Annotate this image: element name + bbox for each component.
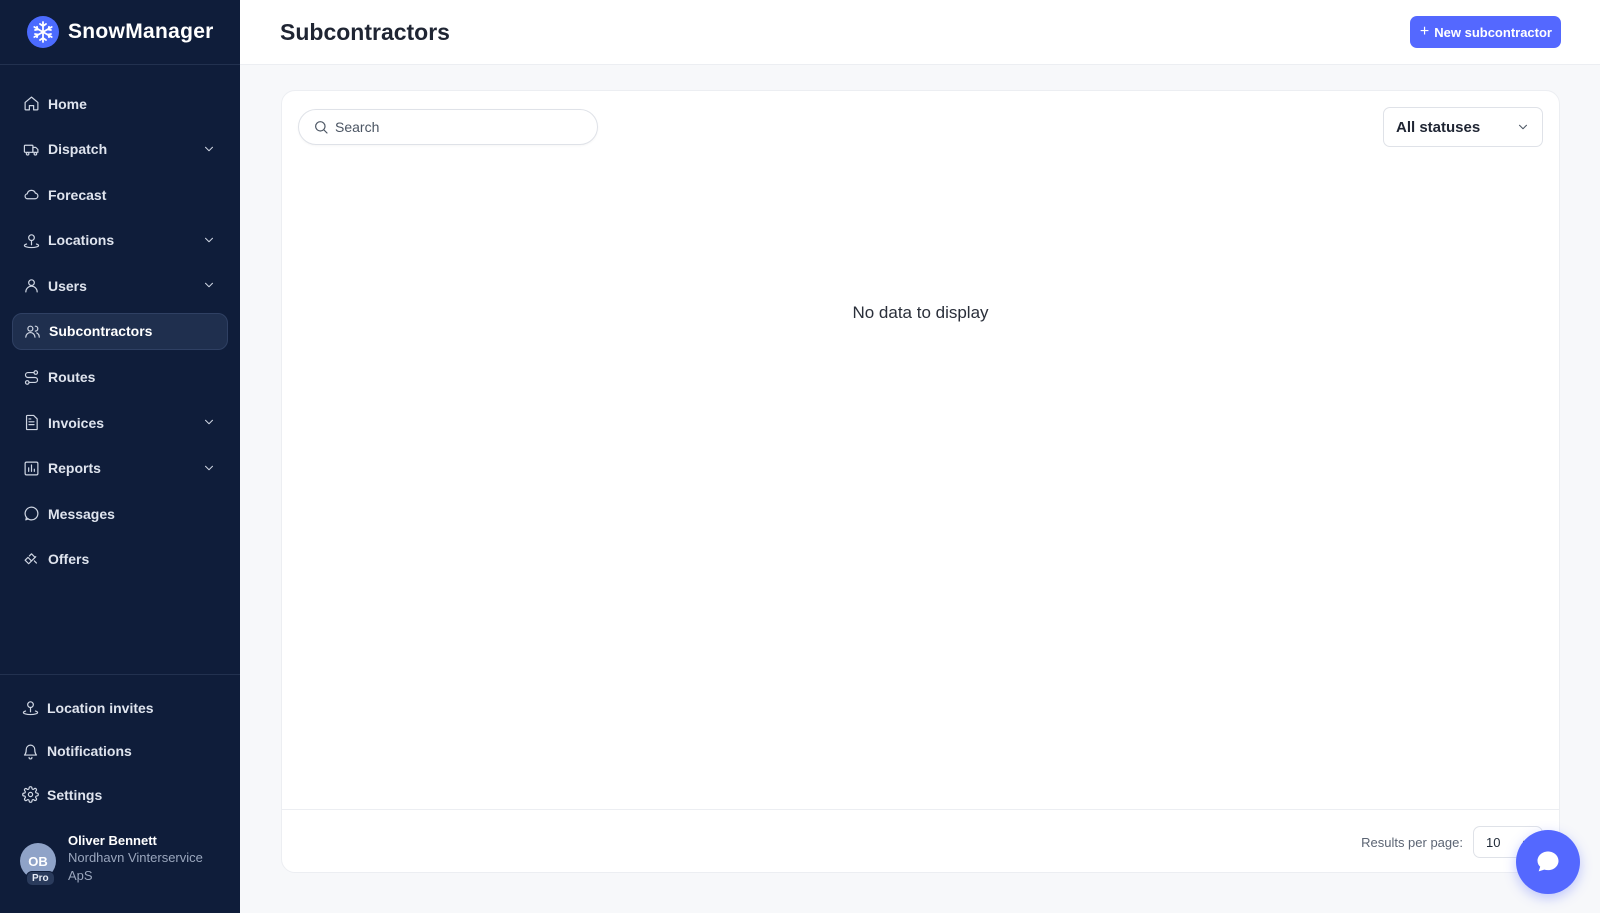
chevron-down-icon[interactable] [202,461,216,475]
sidebar-item-label: Routes [48,369,96,386]
sidebar-item-label: Notifications [47,743,132,759]
search-input[interactable] [335,119,575,135]
user-info: Oliver Bennett Nordhavn Vinterservice Ap… [68,832,208,885]
sidebar-item-routes[interactable]: Routes [12,359,228,396]
route-icon [22,368,40,386]
sidebar-item-label: Reports [48,460,101,477]
chat-bubble-icon [1537,851,1559,872]
sidebar-item-label: Settings [47,786,103,803]
plan-badge: Pro [26,871,55,886]
status-filter-select[interactable]: All statuses [1383,107,1543,147]
secondary-nav: Location invites Notifications Settings [11,689,227,820]
sidebar-item-offers[interactable]: Offers [12,541,228,578]
avatar[interactable]: OB Pro [20,843,56,886]
main-nav: Home Dispatch Forecast Locations Users S… [12,85,228,587]
empty-state-message: No data to display [852,303,989,322]
brand-name: SnowManager [68,20,214,43]
sidebar: SnowManager Home Dispatch Forecast Locat… [0,0,240,913]
cloud-icon [22,186,40,204]
status-filter-value: All statuses [1396,118,1481,136]
sidebar-item-messages[interactable]: Messages [12,495,228,532]
avatar-initials: OB [28,853,48,869]
home-icon [22,95,40,113]
search-icon [313,119,329,135]
chevron-down-icon [1516,120,1530,134]
plus-icon: + [1419,23,1430,40]
sidebar-item-locations[interactable]: Locations [12,222,228,259]
brand[interactable]: SnowManager [0,0,240,65]
gear-icon [21,786,39,804]
page-header: Subcontractors + New subcontractor [240,0,1600,65]
sidebar-item-label: Invoices [48,414,105,431]
chevron-down-icon[interactable] [202,233,216,247]
subcontractors-table-card: All statuses No data to display Results … [281,90,1560,873]
sidebar-item-label: Subcontractors [49,323,153,340]
location-pin-icon [21,699,39,717]
users-icon [23,322,41,340]
sidebar-item-subcontractors[interactable]: Subcontractors [12,312,228,350]
results-per-page-value: 10 [1486,834,1501,850]
chevron-down-icon[interactable] [202,415,216,429]
truck-icon [22,140,40,158]
bell-icon [21,742,39,760]
new-subcontractor-button[interactable]: + New subcontractor [1409,16,1561,48]
chevron-down-icon[interactable] [202,278,216,292]
table-footer-divider [282,809,1559,810]
sidebar-item-forecast[interactable]: Forecast [12,176,228,213]
sidebar-item-label: Locations [48,232,115,249]
sidebar-item-label: Offers [48,551,90,568]
sidebar-item-label: Location invites [47,699,154,716]
message-icon [22,505,40,523]
sidebar-item-invoices[interactable]: Invoices [12,404,228,441]
sidebar-item-label: Home [48,95,87,112]
sidebar-item-reports[interactable]: Reports [12,450,228,487]
sidebar-item-label: Messages [48,505,115,522]
sidebar-item-label: Users [48,277,87,294]
offer-icon [22,550,40,568]
search-box[interactable] [298,109,598,145]
user-profile[interactable]: OB Pro Oliver Bennett Nordhavn Vinterser… [20,832,230,886]
location-pin-icon [22,231,40,249]
sidebar-item-label: Dispatch [48,141,108,158]
user-organization: Nordhavn Vinterservice ApS [68,850,203,883]
sidebar-item-dispatch[interactable]: Dispatch [12,131,228,168]
sidebar-item-location-invites[interactable]: Location invites [11,689,227,726]
user-name: Oliver Bennett [68,833,157,848]
bar-chart-icon [22,459,40,477]
chevron-down-icon[interactable] [202,142,216,156]
user-icon [22,277,40,295]
sidebar-item-home[interactable]: Home [12,85,228,122]
chat-support-button[interactable] [1516,830,1580,894]
new-subcontractor-label: New subcontractor [1434,24,1552,40]
sidebar-item-settings[interactable]: Settings [11,776,227,813]
invoice-icon [22,414,40,432]
sidebar-divider [0,674,240,675]
snowflake-icon [27,16,59,48]
sidebar-item-notifications[interactable]: Notifications [11,733,227,770]
page-title: Subcontractors [280,19,450,45]
sidebar-item-label: Forecast [48,186,107,203]
sidebar-item-users[interactable]: Users [12,267,228,304]
results-per-page-label: Results per page: [1361,835,1463,850]
